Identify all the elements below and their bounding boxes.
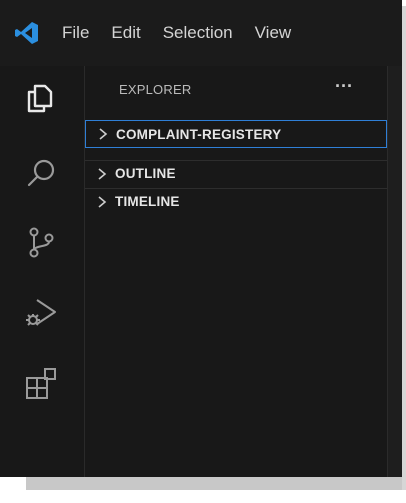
extensions-icon[interactable] bbox=[19, 362, 63, 406]
chevron-right-icon bbox=[97, 167, 109, 181]
menu-selection[interactable]: Selection bbox=[163, 23, 233, 43]
sidebar-header: EXPLORER ··· bbox=[85, 76, 387, 106]
menu-edit[interactable]: Edit bbox=[111, 23, 140, 43]
activity-bar bbox=[0, 66, 85, 477]
section-timeline[interactable]: TIMELINE bbox=[85, 188, 387, 214]
editor-area-edge bbox=[387, 66, 402, 477]
section-complaint-registery[interactable]: COMPLAINT-REGISTERY bbox=[85, 120, 387, 148]
menu-bar: File Edit Selection View bbox=[0, 0, 402, 66]
vscode-window: File Edit Selection View EXPLORER ··· CO… bbox=[0, 0, 402, 477]
vscode-logo-icon[interactable] bbox=[14, 20, 40, 46]
section-label: OUTLINE bbox=[115, 166, 176, 181]
search-icon[interactable] bbox=[19, 152, 63, 196]
menu-view[interactable]: View bbox=[255, 23, 292, 43]
chevron-right-icon bbox=[98, 127, 110, 141]
frame-shadow bbox=[26, 477, 402, 490]
source-control-icon[interactable] bbox=[19, 220, 63, 264]
menu-file[interactable]: File bbox=[62, 23, 89, 43]
chevron-right-icon bbox=[97, 195, 109, 209]
section-label: TIMELINE bbox=[115, 194, 180, 209]
section-outline[interactable]: OUTLINE bbox=[85, 160, 387, 186]
explorer-icon[interactable] bbox=[19, 76, 63, 120]
frame-edge bbox=[402, 6, 406, 490]
section-label: COMPLAINT-REGISTERY bbox=[116, 126, 282, 142]
run-debug-icon[interactable] bbox=[19, 290, 63, 334]
explorer-sidebar: EXPLORER ··· COMPLAINT-REGISTERY OUTLINE… bbox=[85, 66, 387, 477]
more-actions-button[interactable]: ··· bbox=[329, 76, 359, 102]
sidebar-title: EXPLORER bbox=[119, 82, 192, 97]
